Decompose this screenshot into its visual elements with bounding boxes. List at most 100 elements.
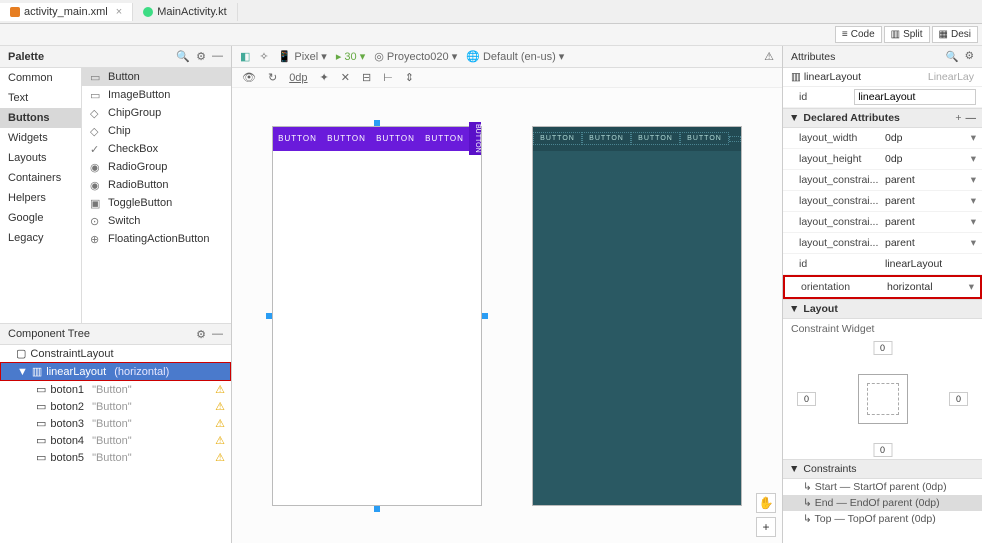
design-view-button[interactable]: ▦Desi — [932, 26, 978, 43]
constraints-section[interactable]: ▼ Constraints — [783, 459, 982, 479]
layers-icon[interactable]: ◧ — [240, 50, 250, 63]
settings-icon[interactable]: ⚙ — [196, 328, 206, 341]
dropdown-icon[interactable]: ▾ — [971, 153, 976, 165]
tree-node-boton4[interactable]: ▭boton4"Button"⚠ — [0, 432, 231, 449]
button-preview[interactable]: BUTTON — [322, 134, 371, 143]
blueprint-preview[interactable]: BUTTON BUTTON BUTTON BUTTON — [532, 126, 742, 506]
search-icon[interactable]: 🔍 — [946, 50, 959, 63]
code-view-button[interactable]: ≡Code — [835, 26, 882, 43]
constraint-item[interactable]: ↳ Start — StartOf parent (0dp) — [783, 479, 982, 495]
align-icon[interactable]: ⊟ — [362, 71, 371, 84]
tree-node-boton5[interactable]: ▭boton5"Button"⚠ — [0, 449, 231, 466]
layout-section[interactable]: ▼ Layout — [783, 299, 982, 319]
collapse-icon[interactable]: — — [212, 328, 223, 341]
palette-category-text[interactable]: Text — [0, 88, 81, 108]
tree-node-boton3[interactable]: ▭boton3"Button"⚠ — [0, 415, 231, 432]
warning-icon[interactable]: ⚠ — [215, 400, 225, 413]
pack-icon[interactable]: ⇕ — [405, 71, 414, 84]
button-overflow[interactable]: BUTTON — [469, 122, 481, 155]
tree-node-boton1[interactable]: ▭boton1"Button"⚠ — [0, 381, 231, 398]
add-attr-icon[interactable]: + — [955, 112, 961, 124]
split-view-button[interactable]: ▥Split — [884, 26, 930, 43]
warning-icon[interactable]: ⚠ — [215, 434, 225, 447]
palette-item-checkbox[interactable]: ✓CheckBox — [82, 140, 231, 158]
search-icon[interactable]: 🔍 — [176, 50, 190, 63]
attr-row-layout_constrai[interactable]: layout_constrai...parent▾ — [783, 233, 982, 254]
dropdown-icon[interactable]: ▾ — [971, 174, 976, 186]
dropdown-icon[interactable]: ▾ — [971, 195, 976, 207]
button-blueprint[interactable]: BUTTON — [582, 132, 631, 145]
warning-icon[interactable]: ⚠ — [215, 383, 225, 396]
id-input[interactable] — [854, 89, 976, 105]
button-blueprint[interactable]: BUTTON — [680, 132, 729, 145]
dropdown-icon[interactable]: ▾ — [971, 132, 976, 144]
palette-item-switch[interactable]: ⊙Switch — [82, 212, 231, 230]
palette-category-common[interactable]: Common — [0, 68, 81, 88]
palette-category-legacy[interactable]: Legacy — [0, 228, 81, 248]
palette-item-button[interactable]: ▭Button — [82, 68, 231, 86]
eye-icon[interactable]: 👁 — [242, 71, 256, 84]
close-icon[interactable]: × — [116, 6, 122, 18]
button-blueprint-overflow[interactable] — [729, 136, 741, 142]
palette-item-radiobutton[interactable]: ◉RadioButton — [82, 176, 231, 194]
palette-category-layouts[interactable]: Layouts — [0, 148, 81, 168]
expand-icon[interactable]: ▼ — [789, 112, 799, 124]
warning-icon[interactable]: ⚠ — [215, 451, 225, 464]
palette-category-containers[interactable]: Containers — [0, 168, 81, 188]
constraint-widget[interactable]: 0 0 0 0 — [783, 339, 982, 459]
device-select[interactable]: 📱 Pixel ▾ — [278, 50, 327, 63]
warning-icon[interactable]: ⚠ — [215, 417, 225, 430]
palette-category-helpers[interactable]: Helpers — [0, 188, 81, 208]
palette-category-google[interactable]: Google — [0, 208, 81, 228]
theme-select[interactable]: ◎ Proyecto020 ▾ — [374, 50, 457, 63]
button-blueprint[interactable]: BUTTON — [631, 132, 680, 145]
palette-item-chip[interactable]: ◇Chip — [82, 122, 231, 140]
attr-row-id[interactable]: idlinearLayout — [783, 254, 982, 275]
remove-attr-icon[interactable]: — — [966, 112, 977, 124]
settings-icon[interactable]: ⚙ — [196, 50, 206, 63]
dropdown-icon[interactable]: ▾ — [971, 237, 976, 249]
magic-icon[interactable]: ✦ — [320, 71, 329, 84]
api-select[interactable]: ▸ 30 ▾ — [336, 50, 365, 63]
button-preview[interactable]: BUTTON — [420, 134, 469, 143]
attr-row-orientation[interactable]: orientationhorizontal▾ — [783, 275, 982, 299]
palette-item-floatingactionbutton[interactable]: ⊕FloatingActionButton — [82, 230, 231, 248]
button-blueprint[interactable]: BUTTON — [533, 132, 582, 145]
dropdown-icon[interactable]: ▾ — [971, 216, 976, 228]
expand-icon[interactable]: ▼ — [789, 303, 799, 315]
wand-icon[interactable]: ✧ — [259, 50, 268, 63]
attr-row-layout_constrai[interactable]: layout_constrai...parent▾ — [783, 191, 982, 212]
palette-category-buttons[interactable]: Buttons — [0, 108, 81, 128]
declared-attributes-section[interactable]: ▼ Declared Attributes + — — [783, 108, 982, 128]
tab-main-activity[interactable]: MainActivity.kt — [133, 3, 237, 21]
guideline-icon[interactable]: ⊢ — [383, 71, 393, 84]
tree-node-constraintlayout[interactable]: ▢ ConstraintLayout — [0, 345, 231, 362]
button-preview[interactable]: BUTTON — [273, 134, 322, 143]
margin-value[interactable]: 0dp — [289, 72, 307, 84]
clear-icon[interactable]: ✕ — [341, 71, 350, 84]
tree-node-linearlayout[interactable]: ▼ ▥ linearLayout (horizontal) — [0, 362, 231, 381]
zoom-in-button[interactable]: + — [756, 517, 776, 537]
palette-item-togglebutton[interactable]: ▣ToggleButton — [82, 194, 231, 212]
button-preview[interactable]: BUTTON — [371, 134, 420, 143]
warning-icon[interactable]: ⚠ — [764, 50, 774, 63]
palette-item-imagebutton[interactable]: ▭ImageButton — [82, 86, 231, 104]
tab-activity-main[interactable]: activity_main.xml × — [0, 3, 133, 21]
palette-item-chipgroup[interactable]: ◇ChipGroup — [82, 104, 231, 122]
expand-icon[interactable]: ▼ — [789, 463, 799, 475]
collapse-icon[interactable]: — — [212, 50, 223, 63]
attr-row-layout_height[interactable]: layout_height0dp▾ — [783, 149, 982, 170]
attr-row-layout_constrai[interactable]: layout_constrai...parent▾ — [783, 170, 982, 191]
tree-node-boton2[interactable]: ▭boton2"Button"⚠ — [0, 398, 231, 415]
constraint-item[interactable]: ↳ Top — TopOf parent (0dp) — [783, 511, 982, 527]
settings-icon[interactable]: ⚙ — [965, 50, 974, 63]
attr-row-layout_constrai[interactable]: layout_constrai...parent▾ — [783, 212, 982, 233]
locale-select[interactable]: 🌐 Default (en-us) ▾ — [466, 50, 564, 63]
palette-item-radiogroup[interactable]: ◉RadioGroup — [82, 158, 231, 176]
attr-row-layout_width[interactable]: layout_width0dp▾ — [783, 128, 982, 149]
expand-icon[interactable]: ▼ — [17, 366, 28, 378]
pan-button[interactable]: ✋ — [756, 493, 776, 513]
constraint-item[interactable]: ↳ End — EndOf parent (0dp) — [783, 495, 982, 511]
orientation-icon[interactable]: ↻ — [268, 71, 277, 84]
palette-category-widgets[interactable]: Widgets — [0, 128, 81, 148]
